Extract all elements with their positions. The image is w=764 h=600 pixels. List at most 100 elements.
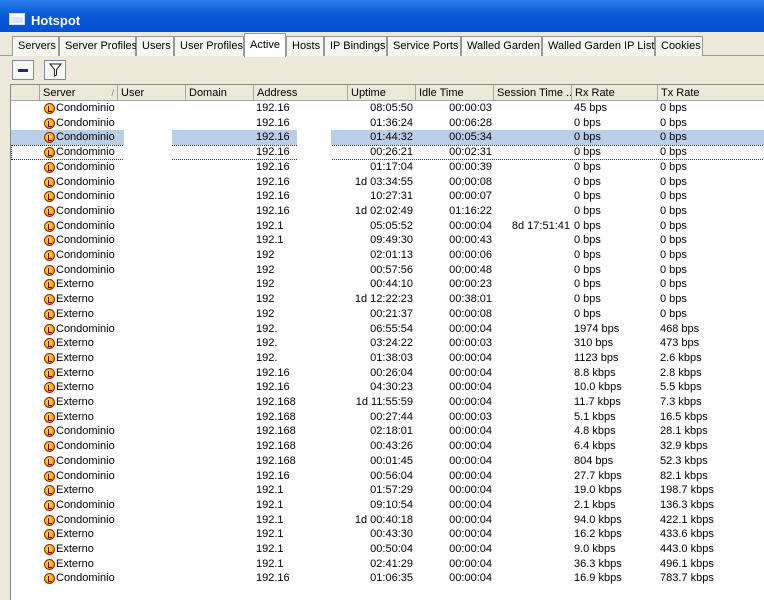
tab-hosts[interactable]: Hosts bbox=[286, 36, 324, 56]
cell-uptime: 01:57:29 bbox=[370, 484, 413, 497]
window-title-bar[interactable]: Hotspot bbox=[0, 0, 764, 32]
remove-button[interactable] bbox=[12, 60, 34, 80]
table-row[interactable]: Condominio 192 00:57:56 00:00:48 0 bps 0 bps bbox=[11, 263, 764, 278]
cell-user bbox=[119, 454, 185, 469]
cell-user bbox=[119, 469, 185, 484]
cell-rx-rate: 0 bps bbox=[574, 175, 601, 188]
cell-uptime: 00:44:10 bbox=[370, 278, 413, 291]
cell-user bbox=[119, 513, 185, 528]
table-row[interactable]: Condominio 192.16 01:06:35 00:00:04 16.9 kbp… bbox=[11, 571, 764, 586]
cell-uptime: 08:05:50 bbox=[370, 102, 413, 114]
cell-session-time bbox=[494, 233, 570, 248]
header-server[interactable]: Server / bbox=[40, 85, 118, 101]
tab-service-ports[interactable]: Service Ports bbox=[387, 36, 461, 56]
tab-ip-bindings[interactable]: IP Bindings bbox=[324, 36, 387, 56]
cell-server: Condominio bbox=[56, 160, 115, 173]
hotspot-user-icon bbox=[44, 191, 55, 203]
hotspot-user-icon bbox=[44, 103, 55, 114]
table-row[interactable]: Condominio 192. 06:55:54 00:00:04 1974 bps 46… bbox=[11, 322, 764, 337]
header-server-label: Server bbox=[43, 87, 76, 99]
cell-user bbox=[119, 277, 185, 292]
tab-active[interactable]: Active bbox=[244, 33, 286, 57]
cell-session-time bbox=[494, 424, 570, 439]
cell-uptime: 00:21:37 bbox=[370, 307, 413, 320]
table-row[interactable]: Condominio 192.1 09:10:54 00:00:04 2.1 kbps 1… bbox=[11, 498, 764, 513]
header-session-time[interactable]: Session Time ... bbox=[494, 85, 572, 101]
table-row[interactable]: Condominio 192.168 02:18:01 00:00:04 4.8 kbp… bbox=[11, 424, 764, 439]
hotspot-user-icon bbox=[44, 338, 55, 350]
table-row[interactable]: Externo 192.1 00:43:30 00:00:04 16.2 kbps 433… bbox=[11, 527, 764, 542]
table-row[interactable]: Externo 192.168 1d 11:55:59 00:00:04 11.7 kb… bbox=[11, 395, 764, 410]
cell-server: Condominio bbox=[56, 454, 115, 467]
cell-rx-rate: 27.7 kbps bbox=[574, 469, 622, 482]
cell-session-time bbox=[494, 351, 570, 366]
table-row[interactable]: Externo 192.1 00:50:04 00:00:04 9.0 kbps 443.… bbox=[11, 542, 764, 557]
cell-server: Condominio bbox=[56, 234, 115, 247]
table-row[interactable]: Externo 192 00:21:37 00:00:08 0 bps 0 bps bbox=[11, 307, 764, 322]
table-row[interactable]: Condominio 192.16 00:56:04 00:00:04 27.7 kbp… bbox=[11, 469, 764, 484]
cell-idle-time: 00:00:04 bbox=[449, 484, 492, 497]
table-row[interactable]: Externo 192 1d 12:22:23 00:38:01 0 bps 0 bps bbox=[11, 292, 764, 307]
cell-user bbox=[119, 204, 185, 219]
header-idle-time[interactable]: Idle Time bbox=[416, 85, 494, 101]
hotspot-user-icon bbox=[44, 264, 55, 276]
header-rx-rate[interactable]: Rx Rate bbox=[572, 85, 658, 101]
table-row[interactable]: Externo 192.16 00:26:04 00:00:04 8.8 kbps 2.8… bbox=[11, 366, 764, 381]
cell-tx-rate: 0 bps bbox=[660, 263, 687, 276]
cell-user bbox=[119, 263, 185, 278]
tab-user-profiles[interactable]: User Profiles bbox=[174, 36, 244, 56]
cell-tx-rate: 433.6 kbps bbox=[660, 528, 714, 541]
table-row[interactable]: Externo 192.16 04:30:23 00:00:04 10.0 kbps 5.… bbox=[11, 380, 764, 395]
table-row[interactable]: Externo 192.1 01:57:29 00:00:04 19.0 kbps 198… bbox=[11, 483, 764, 498]
cell-rx-rate: 5.1 kbps bbox=[574, 410, 616, 423]
table-row[interactable]: Condominio 192.168 00:01:45 00:00:04 804 bps… bbox=[11, 454, 764, 469]
table-row[interactable]: Condominio 192.1 09:49:30 00:00:43 0 bps 0 bp… bbox=[11, 233, 764, 248]
cell-server: Condominio bbox=[56, 219, 115, 232]
tab-walled-garden[interactable]: Walled Garden bbox=[461, 36, 542, 56]
cell-idle-time: 00:00:04 bbox=[449, 498, 492, 511]
table-row[interactable]: Externo 192 00:44:10 00:00:23 0 bps 0 bps bbox=[11, 277, 764, 292]
cell-session-time bbox=[494, 571, 570, 586]
header-address[interactable]: Address bbox=[254, 85, 348, 101]
header-spacer bbox=[11, 85, 40, 101]
cell-server: Condominio bbox=[56, 249, 115, 261]
hotspot-user-icon bbox=[44, 176, 55, 188]
cell-server: Condominio bbox=[56, 572, 115, 585]
header-tx-rate[interactable]: Tx Rate bbox=[658, 85, 764, 101]
table-row[interactable]: Externo 192. 03:24:22 00:00:03 310 bps 473 bp… bbox=[11, 336, 764, 351]
cell-tx-rate: 16.5 kbps bbox=[660, 410, 708, 423]
tab-users[interactable]: Users bbox=[136, 36, 174, 56]
filter-button[interactable] bbox=[44, 60, 66, 80]
header-uptime[interactable]: Uptime bbox=[348, 85, 416, 101]
table-row[interactable]: Externo 192.1 02:41:29 00:00:04 36.3 kbps 496… bbox=[11, 557, 764, 572]
cell-uptime: 00:56:04 bbox=[370, 469, 413, 482]
redaction-block bbox=[124, 101, 172, 171]
table-row[interactable]: Condominio 192.16 10:27:31 00:00:07 0 bps 0 b… bbox=[11, 189, 764, 204]
cell-session-time bbox=[494, 469, 570, 484]
tab-server-profiles[interactable]: Server Profiles bbox=[59, 36, 137, 56]
table-row[interactable]: Condominio 192.16 1d 03:34:55 00:00:08 0 bps… bbox=[11, 175, 764, 190]
cell-session-time bbox=[494, 366, 570, 381]
cell-idle-time: 00:00:43 bbox=[449, 234, 492, 247]
header-domain[interactable]: Domain bbox=[186, 85, 254, 101]
cell-session-time bbox=[494, 513, 570, 528]
cell-idle-time: 00:00:04 bbox=[449, 572, 492, 585]
cell-user bbox=[119, 439, 185, 454]
tab-walled-garden-ip-list[interactable]: Walled Garden IP List bbox=[542, 36, 655, 56]
table-row[interactable]: Condominio 192.1 05:05:52 00:00:04 8d 17:51:… bbox=[11, 219, 764, 234]
table-row[interactable]: Condominio 192.168 00:43:26 00:00:04 6.4 kbp… bbox=[11, 439, 764, 454]
tab-cookies[interactable]: Cookies bbox=[655, 36, 703, 56]
table-row[interactable]: Externo 192. 01:38:03 00:00:04 1123 bps 2.6 k… bbox=[11, 351, 764, 366]
table-row[interactable]: Condominio 192.1 1d 00:40:18 00:00:04 94.0 k… bbox=[11, 513, 764, 528]
tab-servers[interactable]: Servers bbox=[12, 36, 59, 56]
cell-session-time bbox=[494, 292, 570, 307]
cell-uptime: 01:36:24 bbox=[370, 116, 413, 129]
cell-tx-rate: 468 bps bbox=[660, 322, 700, 335]
cell-server: Externo bbox=[56, 307, 94, 320]
table-row[interactable]: Condominio 192.16 1d 02:02:49 01:16:22 0 bps… bbox=[11, 204, 764, 219]
hotspot-user-icon bbox=[44, 117, 55, 129]
cell-session-time bbox=[494, 395, 570, 410]
table-row[interactable]: Condominio 192 02:01:13 00:00:06 0 bps 0 bps bbox=[11, 248, 764, 263]
header-user[interactable]: User bbox=[118, 85, 186, 101]
table-row[interactable]: Externo 192.168 00:27:44 00:00:03 5.1 kbps 16… bbox=[11, 410, 764, 425]
